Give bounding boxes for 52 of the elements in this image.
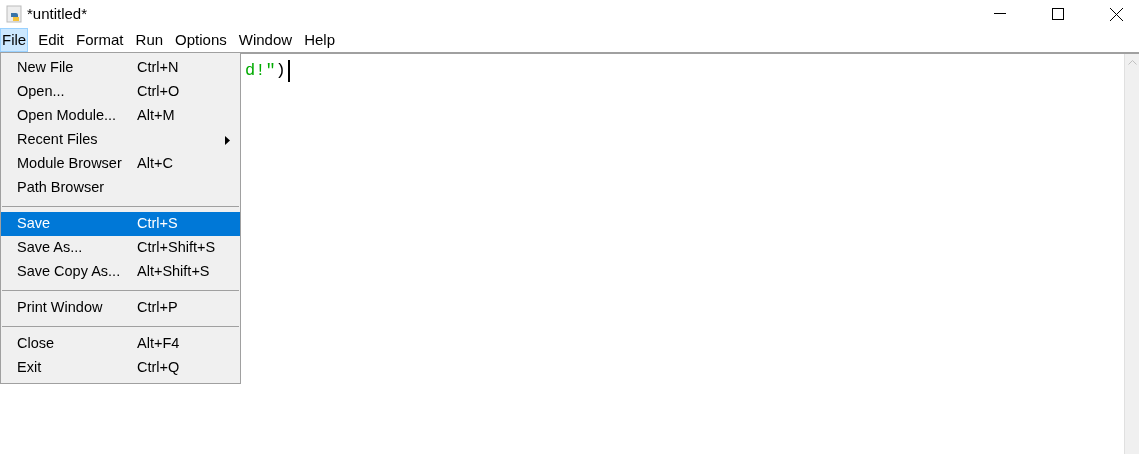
menu-item-label: Print Window: [17, 298, 104, 318]
menu-item[interactable]: Recent Files: [1, 128, 240, 152]
menu-item[interactable]: Save Copy As... Alt+Shift+S: [1, 260, 240, 284]
shortcut-label: Ctrl+Shift+S: [137, 238, 216, 258]
menu-item-label: Close: [17, 334, 56, 354]
window-title: *untitled*: [27, 3, 88, 24]
shortcut-label: Alt+C: [137, 154, 173, 174]
shortcut-label: Ctrl+S: [137, 214, 178, 234]
menu-item[interactable]: New File Ctrl+N: [1, 56, 240, 80]
menu-item-label: New File: [17, 58, 75, 78]
shortcut-label: Alt+M: [137, 106, 175, 126]
shortcut-label: Ctrl+N: [137, 58, 179, 78]
menu-item-label: Save Copy As...: [17, 262, 122, 282]
maximize-icon: [1052, 8, 1064, 20]
menu-item-label: Save As...: [17, 238, 84, 258]
menu-bar-item[interactable]: File: [0, 28, 29, 52]
menu-bar-item[interactable]: Run: [133, 28, 166, 52]
menu-item-label: Exit: [17, 358, 43, 378]
close-icon: [1109, 7, 1123, 21]
menu-item-label: Recent Files: [17, 130, 99, 150]
shortcut-label: Alt+F4: [137, 334, 180, 354]
menu-item-label: Path Browser: [17, 178, 106, 198]
menu-bar-item[interactable]: Help: [302, 28, 337, 52]
menu-item-label: Open Module...: [17, 106, 118, 126]
menu-bar-item[interactable]: Edit: [36, 28, 67, 52]
menu-item-label: Save: [17, 214, 52, 234]
menu-item[interactable]: Exit Ctrl+Q: [1, 356, 240, 380]
menu-item-label: Module Browser: [17, 154, 123, 174]
shortcut-label: Ctrl+Q: [137, 358, 180, 378]
menu-item[interactable]: Module Browser Alt+C: [1, 152, 240, 176]
code-text: d!": [245, 60, 276, 83]
menu-bar-item[interactable]: Options: [173, 28, 229, 52]
menu-item[interactable]: Path Browser: [1, 176, 240, 200]
python-logo-icon: [6, 5, 24, 23]
shortcut-label: Ctrl+P: [137, 298, 178, 318]
menu-bar-item[interactable]: Window: [236, 28, 295, 52]
menu-bar-item[interactable]: Format: [74, 28, 126, 52]
minimize-icon: [994, 13, 1006, 15]
submenu-arrow-icon: [225, 135, 230, 145]
scrollbar[interactable]: [1124, 54, 1139, 454]
menu-item[interactable]: Open... Ctrl+O: [1, 80, 240, 104]
menu-item[interactable]: Print Window Ctrl+P: [1, 296, 240, 320]
menu-item[interactable]: Save Ctrl+S: [1, 212, 240, 236]
shortcut-label: Alt+Shift+S: [137, 262, 210, 282]
text-cursor: [287, 60, 290, 82]
scroll-up-icon: [1127, 60, 1137, 65]
menu-item[interactable]: Close Alt+F4: [1, 332, 240, 356]
menu-item[interactable]: Save As... Ctrl+Shift+S: [1, 236, 240, 260]
menu-item-label: Open...: [17, 82, 66, 102]
shortcut-label: Ctrl+O: [137, 82, 180, 102]
code-text: ): [275, 60, 286, 83]
menu-item[interactable]: Open Module... Alt+M: [1, 104, 240, 128]
